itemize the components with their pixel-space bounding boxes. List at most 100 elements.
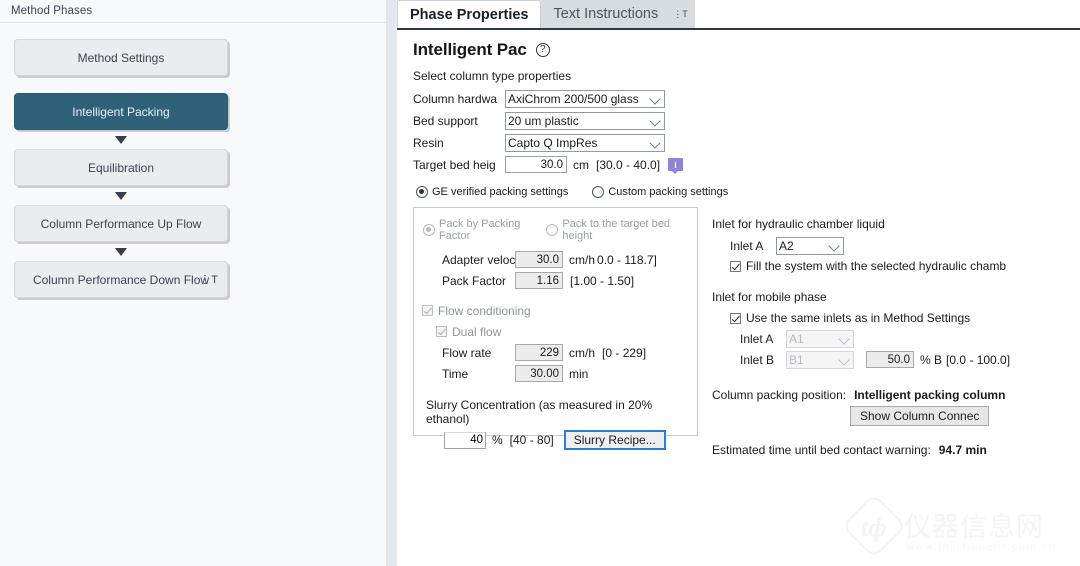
phase-label: Equilibration <box>87 160 155 175</box>
tab-text-instructions[interactable]: Text Instructions <box>541 0 671 28</box>
mobile-inlet-b-select[interactable]: B1 <box>786 350 854 369</box>
phase-row: Method Settings <box>0 39 386 76</box>
phase-column-performance-up-flow[interactable]: Column Performance Up Flow <box>14 205 228 242</box>
checkbox-flow-conditioning[interactable]: Flow conditioning <box>422 304 531 318</box>
estimated-time-value: 94.7 min <box>938 443 987 457</box>
row-dual-flow: Dual flow <box>422 321 697 342</box>
panel-splitter[interactable] <box>386 0 397 566</box>
checkbox-label: Flow conditioning <box>438 303 531 318</box>
watermark-url: www.instrument.com.cn <box>906 542 1057 553</box>
row-pack-factor: Pack Factor [1.00 - 1.50] <box>422 270 697 291</box>
checkbox-label: Fill the system with the selected hydrau… <box>746 259 1007 273</box>
phase-label: Method Settings <box>77 50 165 65</box>
phase-equilibration[interactable]: Equilibration <box>14 149 228 186</box>
field-label: Pack Factor <box>442 273 507 288</box>
method-phases-panel: Method Phases Method Settings Intelligen… <box>0 0 386 566</box>
page-title-row: Intelligent Pac ? <box>397 30 1080 60</box>
phase-row: Intelligent Packing <box>0 93 386 130</box>
info-icon[interactable]: i <box>668 158 684 174</box>
row-time: Time min <box>422 363 697 384</box>
watermark-monogram: tф <box>861 513 887 542</box>
radio-pack-to-target-bed-height[interactable]: Pack to the target bed height <box>546 218 673 242</box>
tab-pin-icon[interactable]: ⋮T <box>670 0 695 28</box>
adapter-velocity-input[interactable] <box>515 251 563 268</box>
show-column-connections-button[interactable]: Show Column Connec <box>850 406 990 426</box>
slurry-range: [40 - 80] <box>509 433 554 447</box>
arrow-down-icon <box>115 135 127 144</box>
help-icon[interactable]: ? <box>535 43 550 57</box>
field-label: Resin <box>413 135 444 150</box>
phase-menu-glyph: T <box>211 273 218 286</box>
adapter-velocity-range: 0.0 - 118.7] <box>597 252 657 267</box>
radio-dot-icon <box>592 186 605 198</box>
radio-label: Pack to the target bed height <box>562 218 670 242</box>
phase-label: Intelligent Packing <box>72 104 170 119</box>
checkbox-fill-system-hydraulic[interactable]: Fill the system with the selected hydrau… <box>730 259 1006 273</box>
target-bed-height-input[interactable] <box>505 156 567 173</box>
field-column-hardware: Column hardwa AxiChrom 200/500 glass <box>413 88 1080 109</box>
tab-phase-properties[interactable]: Phase Properties <box>397 0 542 28</box>
row-mobile-inlet-b: Inlet B B1 % B [0.0 - 100.0] <box>712 349 1072 370</box>
radio-ge-verified-packing-settings[interactable]: GE verified packing settings <box>416 186 568 198</box>
percent-b-range: [0.0 - 100.0] <box>946 352 1011 367</box>
phase-list: Method Settings Intelligent Packing Equi… <box>0 23 386 298</box>
kebab-menu-icon[interactable] <box>204 274 207 286</box>
slurry-concentration-input[interactable] <box>444 431 486 449</box>
flow-rate-input[interactable] <box>515 344 563 361</box>
packing-settings-groupbox: Pack by Packing Factor Pack to the targe… <box>413 207 698 450</box>
row-adapter-velocity: Adapter veloc cm/h 0.0 - 118.7] <box>422 249 697 270</box>
pack-factor-input[interactable] <box>515 272 563 289</box>
radio-dot-icon <box>416 186 428 198</box>
pack-mode-radio-group: Pack by Packing Factor Pack to the targe… <box>423 218 697 242</box>
row-hydraulic-inlet-a: Inlet A A2 <box>712 235 1072 256</box>
checkbox-use-same-inlets[interactable]: Use the same inlets as in Method Setting… <box>730 311 970 325</box>
slurry-concentration-title: Slurry Concentration (as measured in 20%… <box>426 398 653 426</box>
slurry-recipe-button[interactable]: Slurry Recipe... <box>563 430 666 450</box>
mobile-inlet-a-select[interactable]: A1 <box>786 329 854 348</box>
mobile-inlet-a-combo-wrap: A1 <box>786 329 854 348</box>
column-hardware-combo-wrap: AxiChrom 200/500 glass <box>505 89 665 108</box>
packing-position-label: Column packing position: <box>712 388 847 402</box>
checkbox-box-icon <box>730 260 741 272</box>
tab-strip: Phase Properties Text Instructions ⋮T <box>397 0 1080 30</box>
hydraulic-inlet-a-select[interactable]: A2 <box>776 236 844 255</box>
flow-arrow-row <box>0 130 228 149</box>
flow-arrow-row <box>0 186 228 205</box>
field-label: Inlet B <box>740 352 775 367</box>
resin-combo-wrap: Capto Q ImpRes <box>505 133 665 152</box>
time-unit: min <box>569 366 589 381</box>
field-target-bed-height: Target bed heig cm [30.0 - 40.0] i <box>413 154 1080 175</box>
radio-custom-packing-settings[interactable]: Custom packing settings <box>592 186 728 198</box>
time-input[interactable] <box>515 365 563 382</box>
tab-label: Text Instructions <box>553 6 659 22</box>
resin-select[interactable]: Capto Q ImpRes <box>505 133 665 152</box>
watermark-logo: tф 仪器信息网 www.instrument.com.cn <box>846 497 1057 555</box>
row-mobile-inlet-a: Inlet A A1 <box>712 328 1072 349</box>
phase-method-settings[interactable]: Method Settings <box>14 39 228 76</box>
radio-pack-by-packing-factor[interactable]: Pack by Packing Factor <box>423 218 529 242</box>
adapter-velocity-unit: cm/h <box>569 252 596 267</box>
hydraulic-inlet-a-combo-wrap: A2 <box>776 236 844 255</box>
checkbox-dual-flow[interactable]: Dual flow <box>436 325 501 339</box>
phase-menu-group[interactable]: T <box>204 274 218 286</box>
checkbox-label: Use the same inlets as in Method Setting… <box>746 311 971 325</box>
column-hardware-select[interactable]: AxiChrom 200/500 glass <box>505 89 665 108</box>
bed-support-combo-wrap: 20 um plastic <box>505 111 665 130</box>
phase-column-performance-down-flow[interactable]: Column Performance Down Flow T <box>14 261 228 298</box>
radio-dot-icon <box>423 224 435 236</box>
row-flow-rate: Flow rate cm/h [0 - 229] <box>422 342 697 363</box>
row-column-packing-position: Column packing position: Intelligent pac… <box>712 388 1072 402</box>
row-use-same-inlets: Use the same inlets as in Method Setting… <box>712 308 1072 328</box>
phase-spacer <box>0 76 386 93</box>
target-bed-height-unit: cm <box>573 157 589 172</box>
percent-b-input[interactable] <box>866 351 914 368</box>
row-slurry-concentration: % [40 - 80] Slurry Recipe... <box>422 430 697 450</box>
tab-pin-glyph: ⋮T <box>673 8 688 19</box>
inlets-column: Inlet for hydraulic chamber liquid Inlet… <box>712 217 1072 457</box>
field-label: Inlet A <box>730 238 764 253</box>
field-label: Time <box>442 366 469 381</box>
bed-support-select[interactable]: 20 um plastic <box>505 111 665 130</box>
phase-intelligent-packing[interactable]: Intelligent Packing <box>14 93 228 130</box>
checkbox-box-icon <box>436 326 447 337</box>
